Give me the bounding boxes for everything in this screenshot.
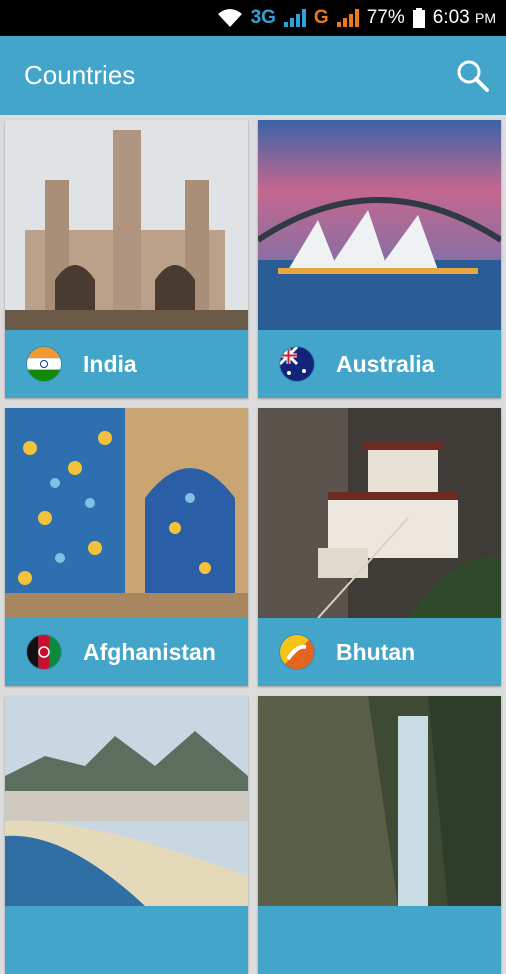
australia-flag-icon — [280, 347, 314, 381]
country-name: Australia — [336, 350, 435, 377]
wifi-icon — [217, 9, 242, 27]
search-icon[interactable] — [456, 59, 490, 93]
card-bar: Afghanistan — [5, 618, 248, 686]
country-name: Afghanistan — [83, 638, 216, 665]
battery-icon — [412, 8, 425, 28]
country-card-australia[interactable]: Australia — [258, 120, 501, 398]
card-bar — [5, 906, 248, 974]
bhutan-flag-icon — [280, 635, 314, 669]
india-photo — [5, 120, 248, 330]
country-name: India — [83, 350, 137, 377]
afghanistan-flag-icon — [27, 635, 61, 669]
country-card-afghanistan[interactable]: Afghanistan — [5, 408, 248, 686]
country-card-6[interactable] — [258, 696, 501, 974]
bhutan-photo — [258, 408, 501, 618]
country-grid: India Australia Afghanistan Bhutan — [5, 120, 501, 974]
card-bar — [258, 906, 501, 974]
status-bar: 3G G 77% 6:03 PM — [0, 0, 506, 36]
country-card-india[interactable]: India — [5, 120, 248, 398]
network-type-2: G — [313, 7, 329, 28]
card-bar: Australia — [258, 330, 501, 398]
app-bar: Countries — [0, 36, 506, 115]
card-bar: India — [5, 330, 248, 398]
country-5-photo — [5, 696, 248, 906]
country-card-bhutan[interactable]: Bhutan — [258, 408, 501, 686]
australia-photo — [258, 120, 501, 330]
signal-icon-2 — [336, 9, 359, 27]
afghanistan-photo — [5, 408, 248, 618]
signal-icon — [283, 9, 306, 27]
country-card-5[interactable] — [5, 696, 248, 974]
country-6-photo — [258, 696, 501, 906]
india-flag-icon — [27, 347, 61, 381]
page-title: Countries — [24, 60, 136, 90]
card-bar: Bhutan — [258, 618, 501, 686]
network-type: 3G — [250, 7, 276, 28]
country-name: Bhutan — [336, 638, 416, 665]
battery-percent: 77% — [366, 7, 405, 28]
clock: 6:03 PM — [432, 7, 496, 28]
